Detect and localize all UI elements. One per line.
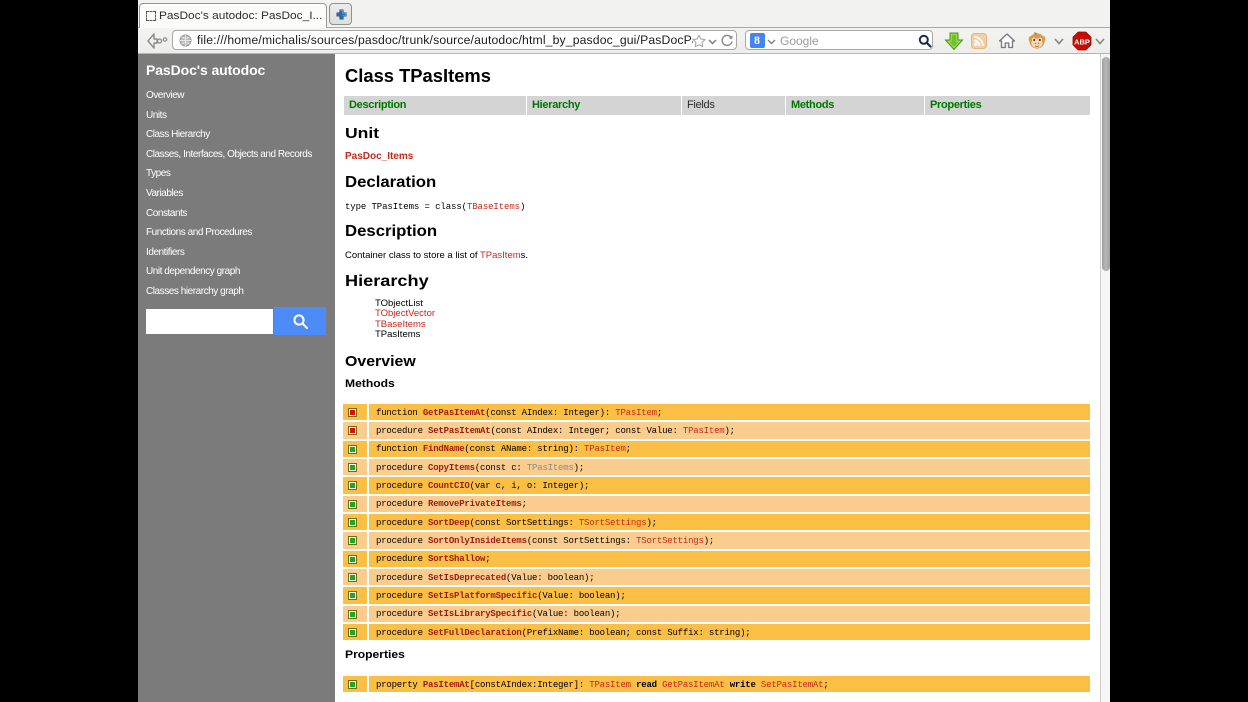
svg-text:ABP: ABP: [1074, 37, 1090, 46]
